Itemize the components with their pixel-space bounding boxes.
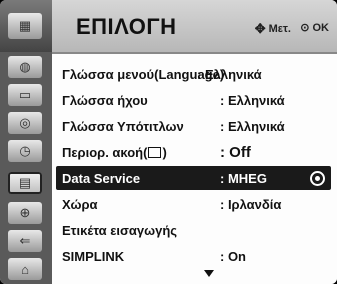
menu-item-value: : MHEG <box>220 170 267 186</box>
ok-hint-label: OK <box>312 21 330 34</box>
screen-icon[interactable]: ▭ <box>8 84 42 106</box>
menu-item-subtitle-language[interactable]: Γλώσσα Υπότιτλων : Ελληνικά <box>52 114 337 138</box>
menu-item-label: Χώρα <box>62 196 98 212</box>
menu-item-value: : On <box>220 248 246 264</box>
dpad-icon: ✥ <box>254 21 266 36</box>
menu-item-input-label[interactable]: Ετικέτα εισαγωγής <box>52 218 337 242</box>
disc-icon[interactable]: ◎ <box>8 112 42 134</box>
selected-radio-icon <box>310 171 325 186</box>
subtitle-box-icon <box>148 146 162 158</box>
sidebar-header: ▦ <box>0 0 52 52</box>
page-title: ΕΠΙΛΟΓΗ <box>76 14 177 39</box>
menu-item-country[interactable]: Χώρα : Ιρλανδία <box>52 192 337 216</box>
menu-item-data-service[interactable]: Data Service : MHEG <box>56 166 331 190</box>
menu-header: ΕΠΙΛΟΓΗ ✥ Μετ. ⊙ OK <box>52 0 337 54</box>
lock-icon[interactable]: ⊕ <box>8 202 42 224</box>
menu-item-label: SIMPLINK <box>62 248 125 264</box>
menu-item-value: : Ελληνικά <box>220 92 285 108</box>
menu-item-label-text: Περιορ. ακοή( <box>62 144 148 160</box>
menu-item-label: Data Service <box>62 170 141 186</box>
menu-item-audio-language[interactable]: Γλώσσα ήχου : Ελληνικά <box>52 88 337 112</box>
menu-item-simplink[interactable]: SIMPLINK : On <box>52 244 337 268</box>
menu-item-label: Ετικέτα εισαγωγής <box>62 222 178 238</box>
menu-item-label: Περιορ. ακοή() <box>62 145 167 160</box>
menu-item-value: : Ελληνικά <box>197 66 262 82</box>
ok-hint: ⊙ OK <box>300 21 330 35</box>
menu-item-value: : Ιρλανδία <box>220 196 282 212</box>
menu-item-hearing-impaired[interactable]: Περιορ. ακοή() : Off <box>52 140 337 164</box>
menu-item-value: : Off <box>220 143 251 161</box>
move-hint-label: Μετ. <box>268 23 291 35</box>
usb-icon[interactable]: ⌂ <box>8 258 42 280</box>
scroll-down-arrow-icon[interactable] <box>204 270 214 277</box>
menu-item-value: : Ελληνικά <box>220 118 285 134</box>
menu-item-label: Γλώσσα ήχου <box>62 92 148 108</box>
globe-icon[interactable]: ◍ <box>8 56 42 78</box>
move-hint: ✥ Μετ. <box>255 21 291 37</box>
ok-button-icon: ⊙ <box>300 22 310 34</box>
tv-icon: ▦ <box>8 13 42 39</box>
menu-item-label-suffix: ) <box>162 144 167 160</box>
menu-list: Γλώσσα μενού(Language) : Ελληνικά Γλώσσα… <box>52 54 337 284</box>
menu-item-label: Γλώσσα Υπότιτλων <box>62 118 184 134</box>
input-icon[interactable]: ⇐ <box>8 230 42 252</box>
category-sidebar: ▦ ◍ ▭ ◎ ◷ ▤ ⊕ ⇐ ⌂ <box>0 0 52 284</box>
menu-item-menu-language[interactable]: Γλώσσα μενού(Language) : Ελληνικά <box>52 62 337 86</box>
options-menu-panel: ▦ ◍ ▭ ◎ ◷ ▤ ⊕ ⇐ ⌂ ΕΠΙΛΟΓΗ ✥ Μετ. ⊙ OK Γλ… <box>0 0 337 284</box>
clock-icon[interactable]: ◷ <box>8 140 42 162</box>
option-icon[interactable]: ▤ <box>8 172 42 194</box>
